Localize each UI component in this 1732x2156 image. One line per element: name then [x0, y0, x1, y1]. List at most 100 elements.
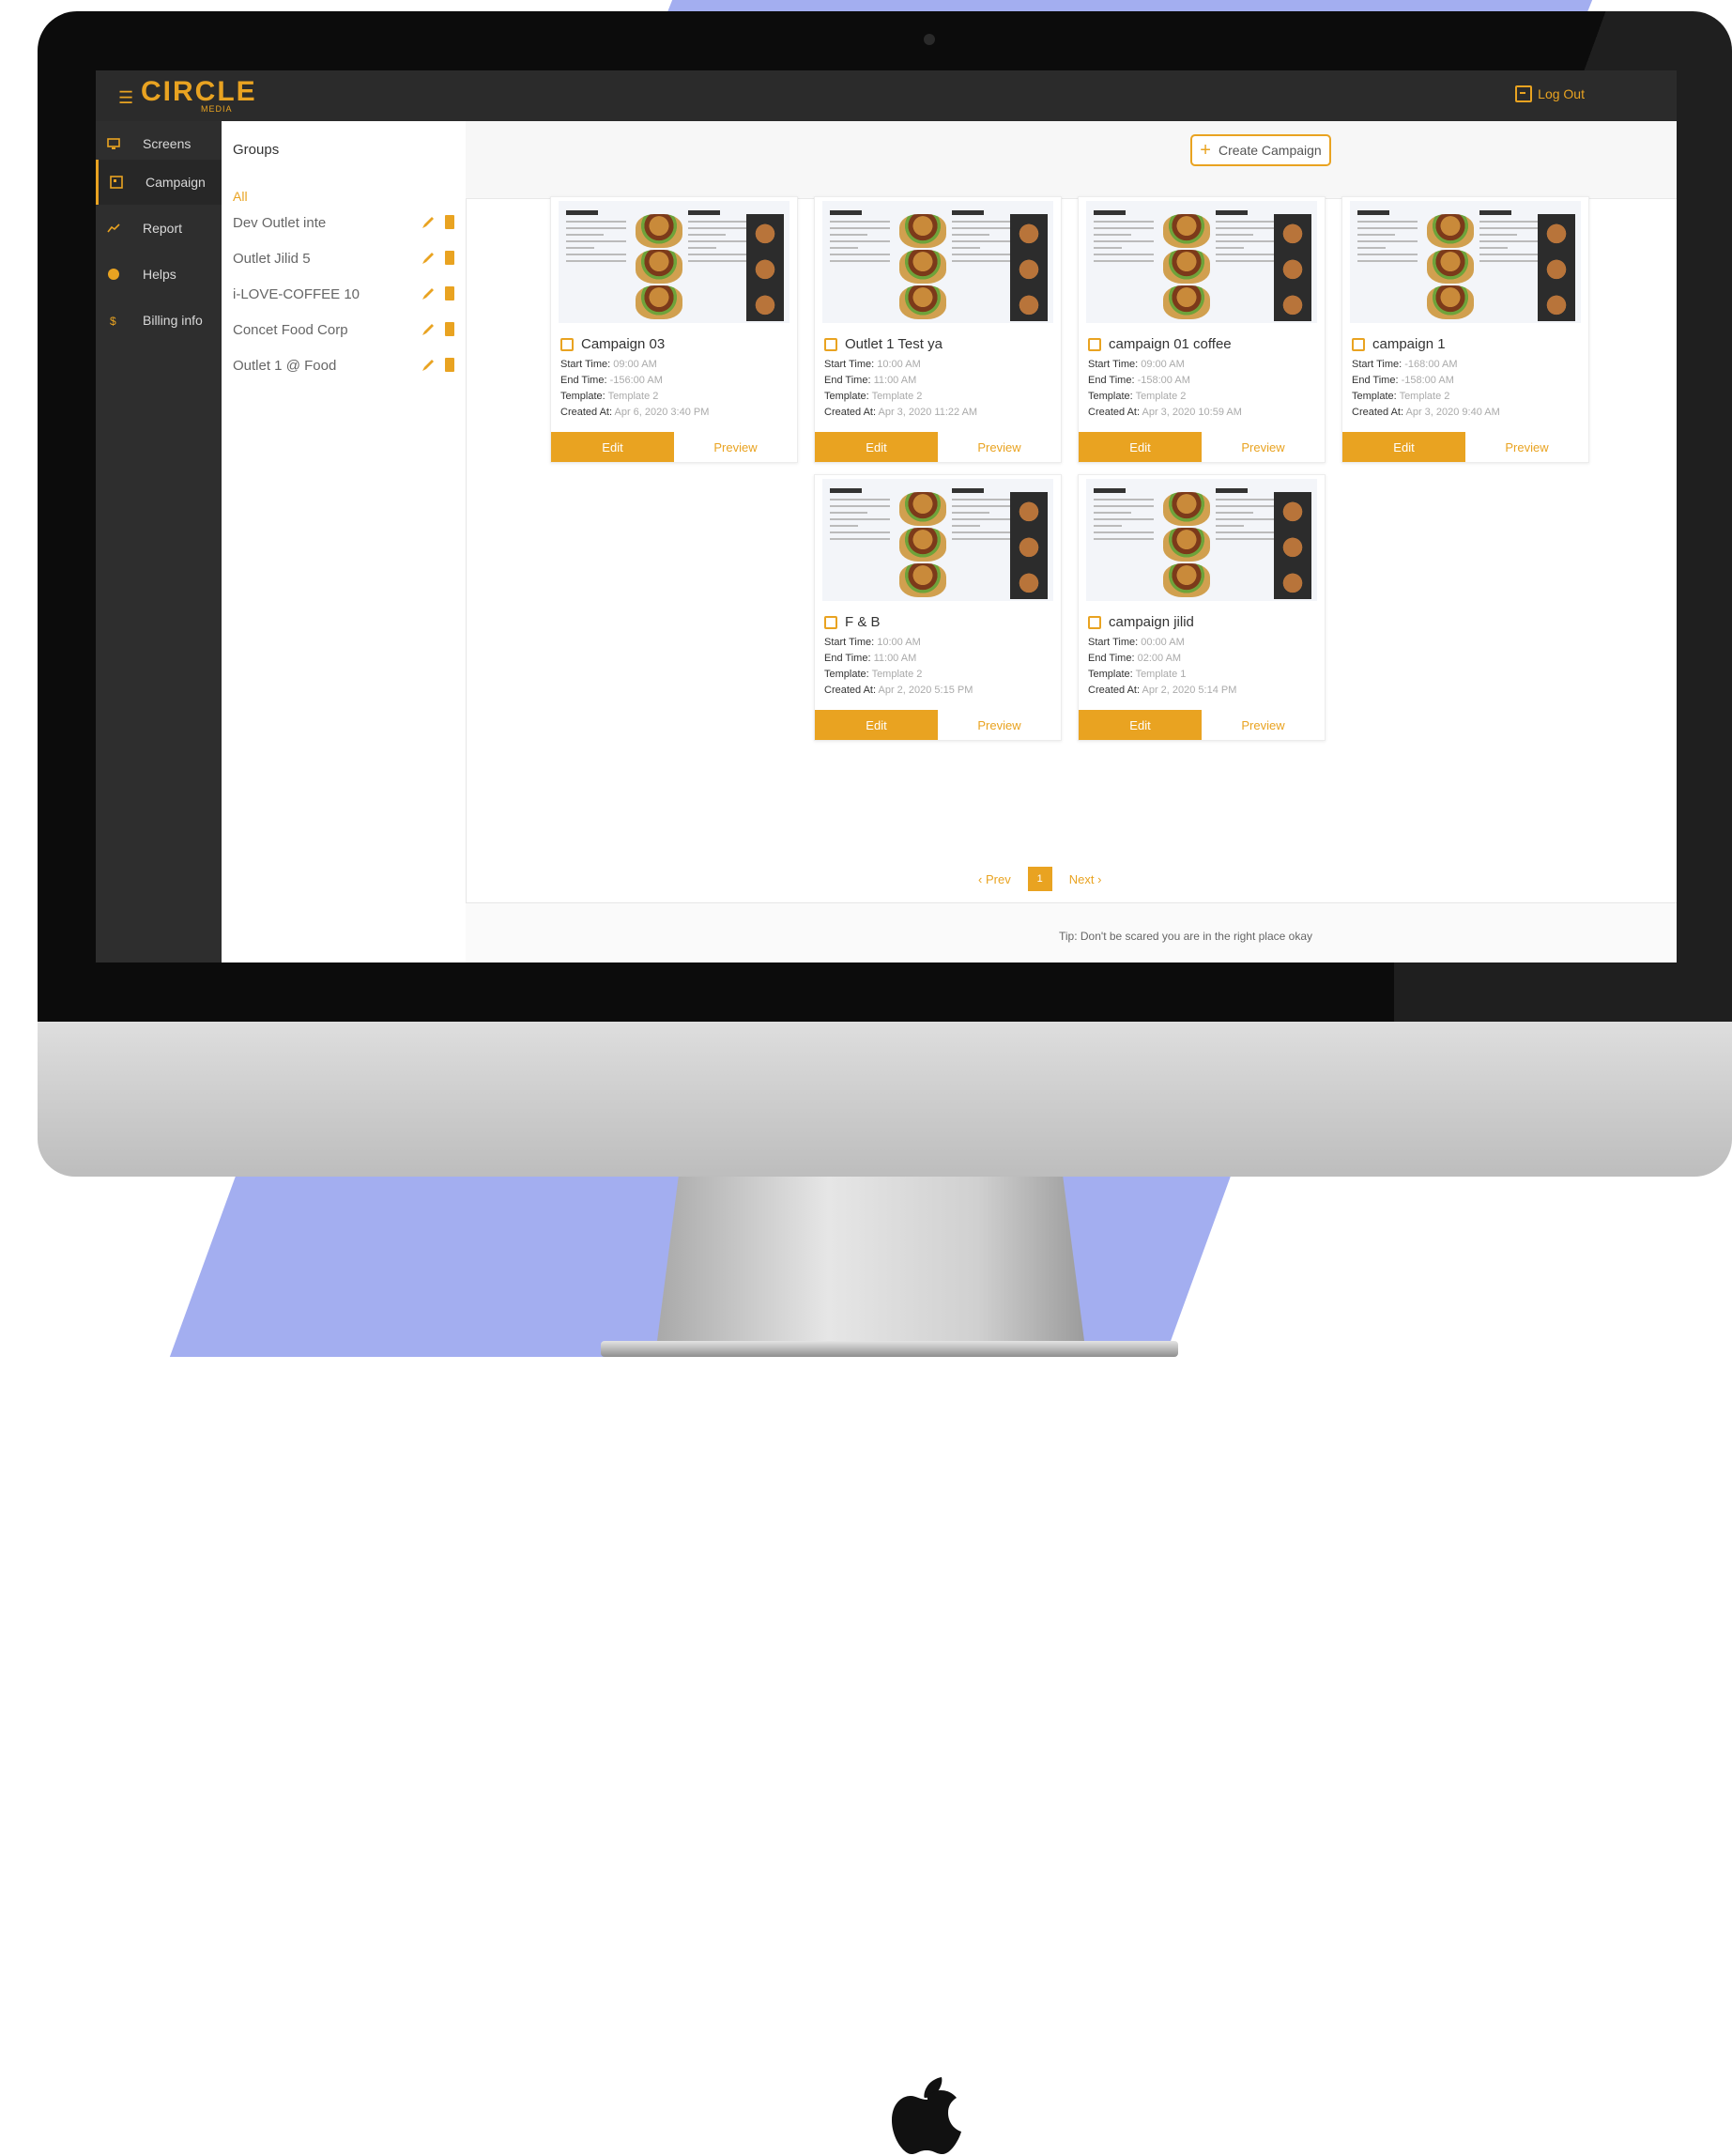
- created-label: Created At:: [1088, 685, 1141, 696]
- plus-icon: +: [1200, 140, 1211, 161]
- select-checkbox[interactable]: [1088, 615, 1101, 629]
- start-value: 00:00 AM: [1141, 637, 1185, 648]
- group-item[interactable]: i-LOVE-COFFEE 10: [233, 281, 458, 309]
- end-time: End Time: 11:00 AM: [824, 375, 916, 386]
- trash-icon[interactable]: [445, 251, 454, 265]
- select-checkbox[interactable]: [560, 337, 574, 351]
- pencil-icon[interactable]: [421, 215, 436, 230]
- preview-button[interactable]: Preview: [938, 432, 1061, 462]
- end-label: End Time:: [560, 375, 607, 386]
- pencil-icon[interactable]: [421, 251, 436, 266]
- end-value: -158:00 AM: [1401, 375, 1454, 386]
- group-item[interactable]: Outlet 1 @ Food: [233, 352, 458, 380]
- campaign-card: campaign 01 coffee Start Time: 09:00 AM …: [1078, 196, 1326, 463]
- campaign-thumbnail[interactable]: [822, 479, 1053, 601]
- start-value: 10:00 AM: [877, 359, 921, 370]
- card-title-row: campaign 1: [1352, 336, 1446, 352]
- select-checkbox[interactable]: [824, 615, 837, 629]
- trash-icon[interactable]: [445, 215, 454, 229]
- end-value: -156:00 AM: [609, 375, 663, 386]
- campaign-thumbnail[interactable]: [1350, 201, 1581, 323]
- created-at: Created At: Apr 3, 2020 11:22 AM: [824, 407, 977, 418]
- prev-page-link[interactable]: ‹ Prev: [978, 872, 1011, 886]
- edit-button[interactable]: Edit: [1342, 432, 1465, 462]
- template: Template: Template 2: [1352, 391, 1449, 402]
- group-item[interactable]: Outlet Jilid 5: [233, 245, 458, 273]
- edit-button[interactable]: Edit: [1079, 432, 1202, 462]
- campaign-card: Outlet 1 Test ya Start Time: 10:00 AM En…: [814, 196, 1062, 463]
- logout-label: Log Out: [1538, 86, 1585, 101]
- sidebar-item-helps[interactable]: Helps: [96, 252, 222, 297]
- preview-button[interactable]: Preview: [938, 710, 1061, 740]
- create-campaign-label: Create Campaign: [1218, 143, 1322, 158]
- campaign-thumbnail[interactable]: [822, 201, 1053, 323]
- end-label: End Time:: [1088, 375, 1135, 386]
- end-label: End Time:: [1088, 653, 1135, 664]
- start-value: -168:00 AM: [1404, 359, 1458, 370]
- select-checkbox[interactable]: [1088, 337, 1101, 351]
- start-time: Start Time: -168:00 AM: [1352, 359, 1458, 370]
- created-label: Created At:: [1088, 407, 1141, 418]
- end-value: -158:00 AM: [1137, 375, 1190, 386]
- preview-button[interactable]: Preview: [1465, 432, 1588, 462]
- logout-button[interactable]: Log Out: [1515, 85, 1585, 102]
- pencil-icon[interactable]: [421, 322, 436, 337]
- hamburger-menu-icon[interactable]: ☰: [118, 89, 133, 106]
- preview-button[interactable]: Preview: [1202, 710, 1325, 740]
- preview-button[interactable]: Preview: [674, 432, 797, 462]
- created-value: Apr 2, 2020 5:14 PM: [1142, 685, 1237, 696]
- create-campaign-button[interactable]: + Create Campaign: [1190, 134, 1331, 166]
- trash-icon[interactable]: [445, 358, 454, 372]
- group-all-link[interactable]: All: [233, 189, 248, 204]
- end-time: End Time: 02:00 AM: [1088, 653, 1181, 664]
- template-label: Template:: [824, 391, 869, 402]
- brand-sub-logo: MEDIA: [201, 104, 233, 114]
- groups-title: Groups: [233, 142, 280, 158]
- preview-button[interactable]: Preview: [1202, 432, 1325, 462]
- end-time: End Time: -156:00 AM: [560, 375, 663, 386]
- campaign-thumbnail[interactable]: [1086, 201, 1317, 323]
- trash-icon[interactable]: [445, 322, 454, 336]
- campaign-thumbnail[interactable]: [559, 201, 789, 323]
- template: Template: Template 2: [824, 669, 922, 680]
- pencil-icon[interactable]: [421, 286, 436, 301]
- edit-button[interactable]: Edit: [1079, 710, 1202, 740]
- group-item[interactable]: Concet Food Corp: [233, 316, 458, 345]
- campaign-title: campaign 1: [1372, 336, 1446, 352]
- group-item[interactable]: Dev Outlet inte: [233, 209, 458, 238]
- start-value: 09:00 AM: [1141, 359, 1185, 370]
- end-label: End Time:: [1352, 375, 1399, 386]
- sidebar-item-campaign[interactable]: Campaign: [96, 160, 224, 205]
- camera-icon: [924, 34, 935, 45]
- dollar-icon: $: [110, 315, 116, 327]
- created-at: Created At: Apr 2, 2020 5:14 PM: [1088, 685, 1236, 696]
- page-number-button[interactable]: 1: [1027, 867, 1052, 891]
- group-name: Concet Food Corp: [233, 322, 348, 338]
- monitor-stand: [657, 1177, 1084, 1341]
- start-time: Start Time: 09:00 AM: [1088, 359, 1185, 370]
- campaign-title: campaign 01 coffee: [1109, 336, 1232, 352]
- end-time: End Time: 11:00 AM: [824, 653, 916, 664]
- footer: Tip: Don't be scared you are in the righ…: [466, 902, 1677, 962]
- edit-button[interactable]: Edit: [815, 710, 938, 740]
- next-page-link[interactable]: Next ›: [1069, 872, 1102, 886]
- sidebar-item-report[interactable]: Report: [96, 206, 222, 251]
- select-checkbox[interactable]: [824, 337, 837, 351]
- campaign-icon: [110, 176, 123, 189]
- created-label: Created At:: [824, 407, 877, 418]
- trash-icon[interactable]: [445, 286, 454, 300]
- campaign-thumbnail[interactable]: [1086, 479, 1317, 601]
- template-value: Template 2: [871, 391, 923, 402]
- edit-button[interactable]: Edit: [551, 432, 674, 462]
- group-name: Outlet 1 @ Food: [233, 358, 337, 374]
- sidebar-item-billing[interactable]: $ Billing info: [96, 298, 222, 343]
- sidebar-item-label: Billing info: [143, 313, 203, 328]
- monitor-chin: [38, 1022, 1732, 2154]
- campaign-card: Campaign 03 Start Time: 09:00 AM End Tim…: [550, 196, 798, 463]
- select-checkbox[interactable]: [1352, 337, 1365, 351]
- pencil-icon[interactable]: [421, 358, 436, 373]
- group-name: Dev Outlet inte: [233, 215, 327, 231]
- edit-button[interactable]: Edit: [815, 432, 938, 462]
- app-screen: ☰ CIRCLE MEDIA Log Out Screens Campaign …: [96, 70, 1677, 962]
- created-at: Created At: Apr 2, 2020 5:15 PM: [824, 685, 973, 696]
